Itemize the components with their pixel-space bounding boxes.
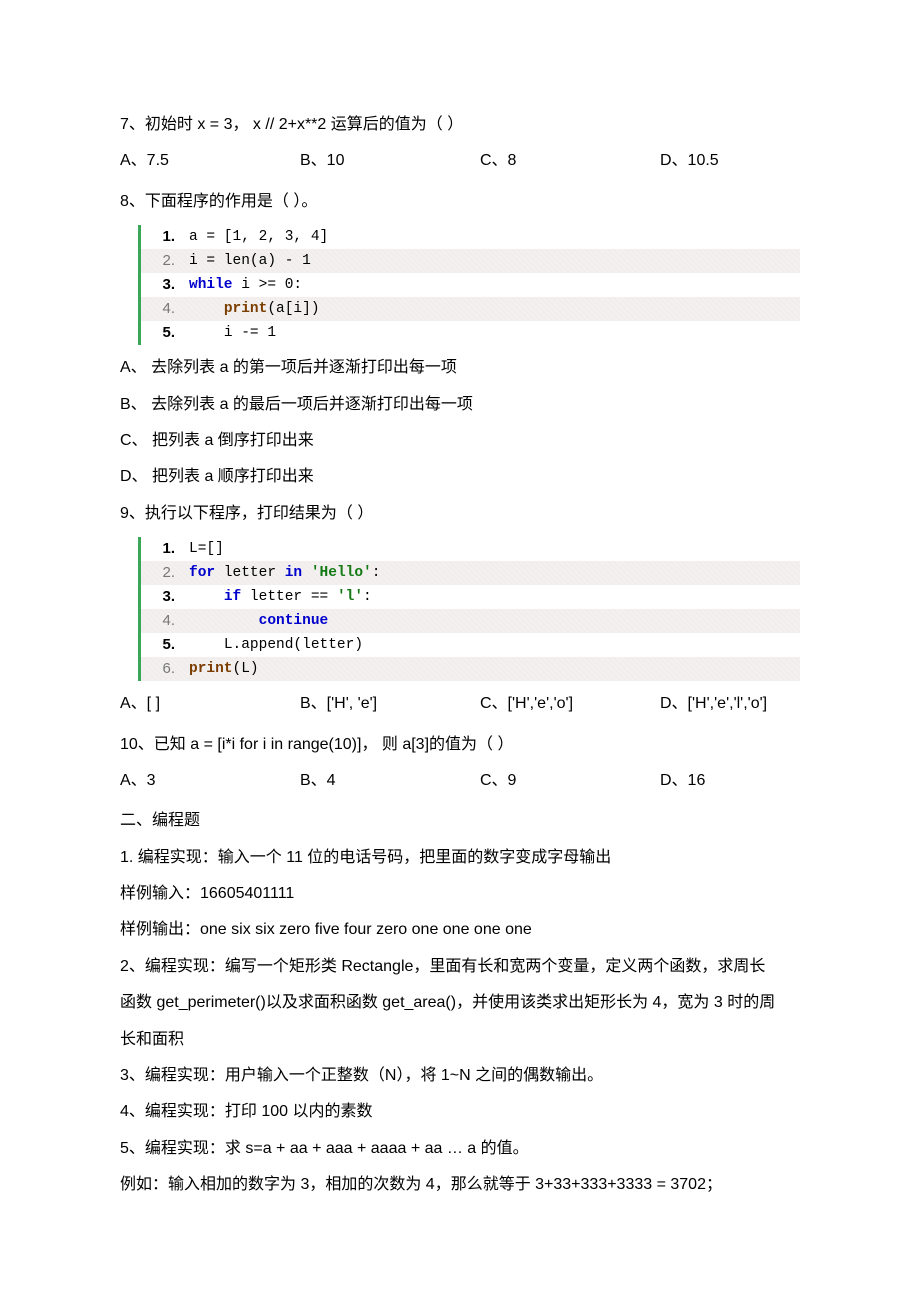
q9-code-block: 1. L=[] 2. for letter in 'Hello': 3. if … <box>138 537 800 681</box>
code-keyword: while <box>189 277 233 293</box>
code-line: 4. continue <box>141 609 800 633</box>
q7-option-d: D、10.5 <box>660 146 810 176</box>
code-keyword: for <box>189 565 215 581</box>
programming-q1-sample-input: 样例输入：16605401111 <box>120 879 800 909</box>
q9-option-d: D、['H','e','l','o'] <box>660 689 810 719</box>
code-line: 2. for letter in 'Hello': <box>141 561 800 585</box>
code-string: 'l' <box>337 589 363 605</box>
code-string: 'Hello' <box>311 565 372 581</box>
q8-option-b: B、 去除列表 a 的最后一项后并逐渐打印出每一项 <box>120 390 800 420</box>
code-text: : <box>372 565 381 581</box>
code-line: 6. print(L) <box>141 657 800 681</box>
q8-option-d: D、 把列表 a 顺序打印出来 <box>120 462 800 492</box>
q8-option-c: C、 把列表 a 倒序打印出来 <box>120 426 800 456</box>
programming-q1-sample-output: 样例输出：one six six zero five four zero one… <box>120 915 800 945</box>
q9-option-b: B、['H', 'e'] <box>300 689 480 719</box>
question-9-options: A、[ ] B、['H', 'e'] C、['H','e','o'] D、['H… <box>120 689 800 719</box>
q10-option-b: B、4 <box>300 766 480 796</box>
q7-option-b: B、10 <box>300 146 480 176</box>
code-text: i >= 0: <box>233 277 303 293</box>
code-line: 2. i = len(a) - 1 <box>141 249 800 273</box>
q9-option-a: A、[ ] <box>120 689 300 719</box>
q7-option-c: C、8 <box>480 146 660 176</box>
code-text: : <box>363 589 372 605</box>
programming-q2-line3: 长和面积 <box>120 1025 800 1055</box>
code-function: print <box>224 301 268 317</box>
code-line: 1. a = [1, 2, 3, 4] <box>141 225 800 249</box>
code-text: letter <box>215 565 285 581</box>
question-7-text: 7、初始时 x = 3， x // 2+x**2 运算后的值为（ ） <box>120 110 800 140</box>
code-keyword: continue <box>259 613 329 629</box>
programming-q2-line2: 函数 get_perimeter()以及求面积函数 get_area()，并使用… <box>120 988 800 1018</box>
question-8-text: 8、下面程序的作用是（ ）。 <box>120 187 800 217</box>
programming-q2-line1: 2、编程实现：编写一个矩形类 Rectangle，里面有长和宽两个变量，定义两个… <box>120 952 800 982</box>
question-7-options: A、7.5 B、10 C、8 D、10.5 <box>120 146 800 176</box>
document-page: 7、初始时 x = 3， x // 2+x**2 运算后的值为（ ） A、7.5… <box>0 0 920 1302</box>
code-keyword: if <box>224 589 241 605</box>
code-text: L.append(letter) <box>224 637 363 653</box>
q9-option-c: C、['H','e','o'] <box>480 689 660 719</box>
code-line: 3. if letter == 'l': <box>141 585 800 609</box>
code-function: print <box>189 661 233 677</box>
code-text: (a[i]) <box>267 301 319 317</box>
q10-option-d: D、16 <box>660 766 810 796</box>
code-line: 1. L=[] <box>141 537 800 561</box>
programming-q5-example: 例如：输入相加的数字为 3，相加的次数为 4，那么就等于 3+33+333+33… <box>120 1170 800 1200</box>
programming-q4: 4、编程实现：打印 100 以内的素数 <box>120 1097 800 1127</box>
question-9-text: 9、执行以下程序，打印结果为（ ） <box>120 499 800 529</box>
code-text <box>302 565 311 581</box>
code-text: L=[] <box>189 541 224 557</box>
q7-option-a: A、7.5 <box>120 146 300 176</box>
programming-q5: 5、编程实现：求 s=a + aa + aaa + aaaa + aa … a … <box>120 1134 800 1164</box>
q10-option-a: A、3 <box>120 766 300 796</box>
code-text: letter == <box>241 589 337 605</box>
code-text: i = len(a) - 1 <box>189 253 311 269</box>
code-line: 5. L.append(letter) <box>141 633 800 657</box>
q8-option-a: A、 去除列表 a 的第一项后并逐渐打印出每一项 <box>120 353 800 383</box>
code-line: 5. i -= 1 <box>141 321 800 345</box>
code-text: a = [1, 2, 3, 4] <box>189 229 328 245</box>
question-10-text: 10、已知 a = [i*i for i in range(10)]， 则 a[… <box>120 730 800 760</box>
code-line: 3. while i >= 0: <box>141 273 800 297</box>
section-2-title: 二、编程题 <box>120 806 800 836</box>
code-text: (L) <box>233 661 259 677</box>
code-text: i -= 1 <box>224 325 276 341</box>
code-line: 4. print(a[i]) <box>141 297 800 321</box>
code-keyword: in <box>285 565 302 581</box>
q8-code-block: 1. a = [1, 2, 3, 4] 2. i = len(a) - 1 3.… <box>138 225 800 345</box>
programming-q3: 3、编程实现：用户输入一个正整数（N），将 1~N 之间的偶数输出。 <box>120 1061 800 1091</box>
q10-option-c: C、9 <box>480 766 660 796</box>
question-10-options: A、3 B、4 C、9 D、16 <box>120 766 800 796</box>
programming-q1: 1. 编程实现：输入一个 11 位的电话号码，把里面的数字变成字母输出 <box>120 843 800 873</box>
